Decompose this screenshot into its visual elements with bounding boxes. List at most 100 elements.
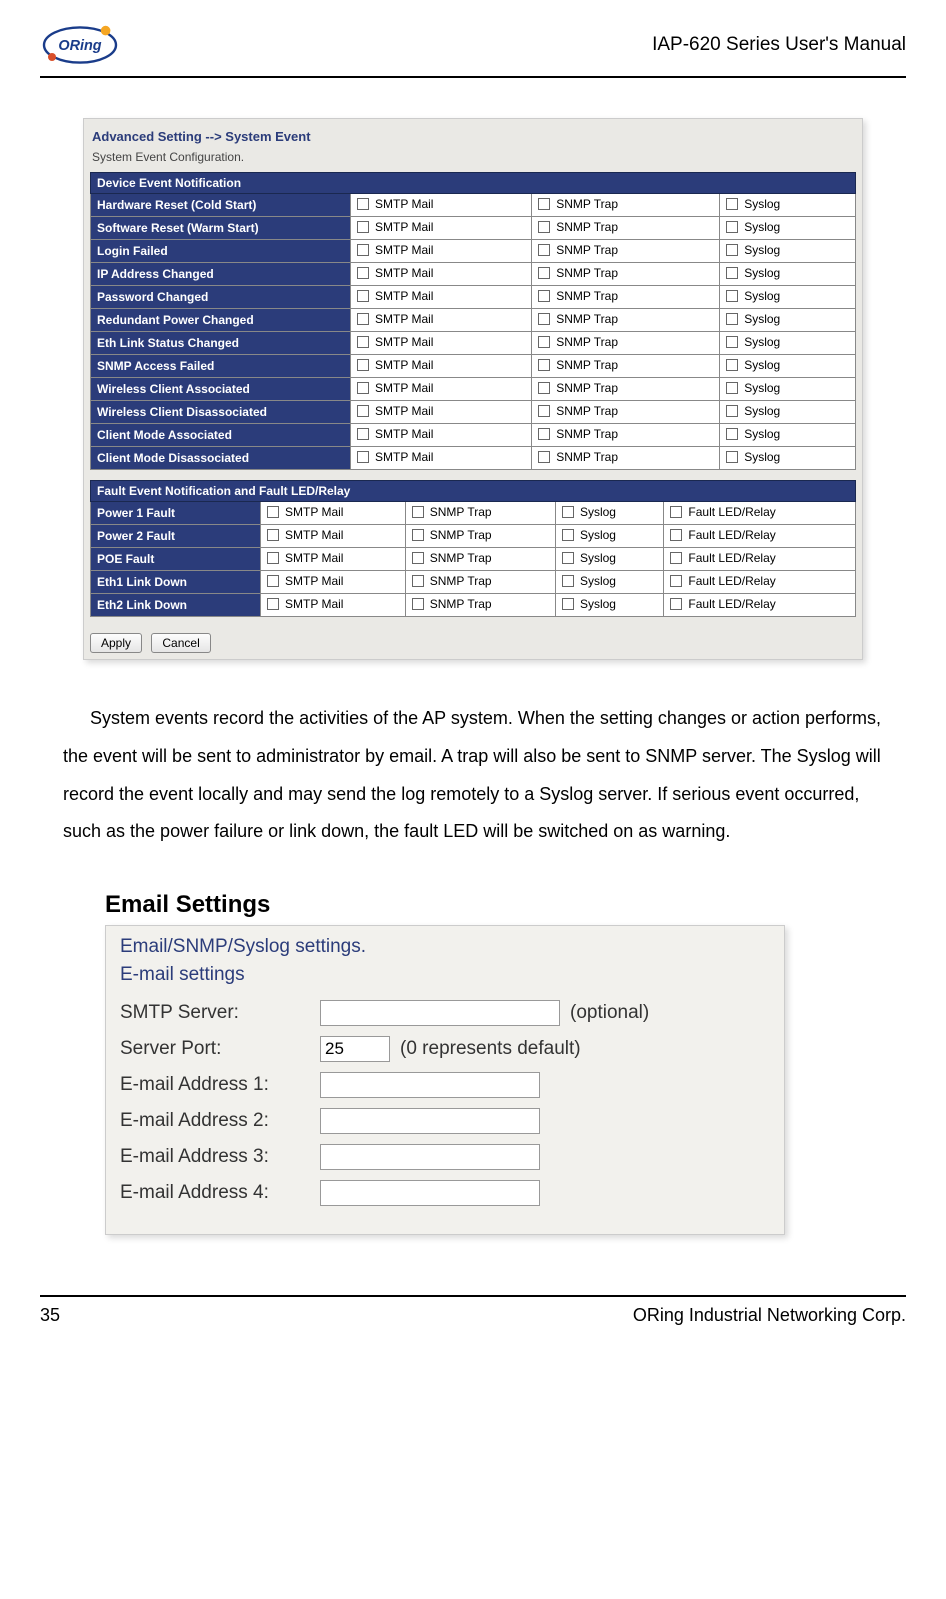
checkbox[interactable] [726, 382, 738, 394]
checkbox[interactable] [538, 313, 550, 325]
checkbox[interactable] [670, 598, 682, 610]
table-row: Wireless Client AssociatedSMTP MailSNMP … [91, 378, 856, 401]
checkbox[interactable] [357, 244, 369, 256]
checkbox[interactable] [726, 267, 738, 279]
email4-label: E-mail Address 4: [120, 1182, 320, 1204]
checkbox[interactable] [267, 529, 279, 541]
checkbox-cell: SNMP Trap [532, 309, 720, 332]
cancel-button[interactable]: Cancel [151, 633, 210, 653]
checkbox[interactable] [670, 529, 682, 541]
checkbox-label: Syslog [744, 381, 780, 395]
checkbox[interactable] [412, 506, 424, 518]
checkbox[interactable] [412, 529, 424, 541]
checkbox-label: Fault LED/Relay [688, 597, 775, 611]
checkbox[interactable] [726, 290, 738, 302]
checkbox[interactable] [267, 598, 279, 610]
checkbox[interactable] [726, 405, 738, 417]
checkbox-cell: SNMP Trap [405, 502, 555, 525]
checkbox[interactable] [538, 244, 550, 256]
email1-input[interactable] [320, 1072, 540, 1098]
checkbox[interactable] [267, 575, 279, 587]
checkbox-label: SMTP Mail [375, 197, 433, 211]
checkbox-cell: SMTP Mail [351, 401, 532, 424]
checkbox[interactable] [267, 506, 279, 518]
header-title: IAP-620 Series User's Manual [652, 34, 906, 56]
checkbox[interactable] [538, 221, 550, 233]
checkbox[interactable] [726, 244, 738, 256]
checkbox[interactable] [726, 198, 738, 210]
checkbox-cell: SMTP Mail [351, 217, 532, 240]
checkbox[interactable] [726, 313, 738, 325]
checkbox-cell: SNMP Trap [405, 571, 555, 594]
email3-input[interactable] [320, 1144, 540, 1170]
email4-input[interactable] [320, 1180, 540, 1206]
checkbox-cell: SMTP Mail [261, 571, 406, 594]
checkbox-label: SNMP Trap [430, 505, 492, 519]
checkbox[interactable] [538, 198, 550, 210]
email2-input[interactable] [320, 1108, 540, 1134]
checkbox[interactable] [538, 359, 550, 371]
checkbox-label: SMTP Mail [375, 450, 433, 464]
checkbox[interactable] [538, 405, 550, 417]
checkbox[interactable] [357, 359, 369, 371]
checkbox[interactable] [562, 552, 574, 564]
checkbox[interactable] [357, 198, 369, 210]
port-label: Server Port: [120, 1038, 320, 1060]
fault-label: Eth1 Link Down [91, 571, 261, 594]
checkbox[interactable] [412, 598, 424, 610]
checkbox[interactable] [538, 382, 550, 394]
checkbox-cell: SMTP Mail [351, 286, 532, 309]
checkbox[interactable] [562, 575, 574, 587]
checkbox-cell: SNMP Trap [532, 378, 720, 401]
checkbox[interactable] [357, 290, 369, 302]
oring-logo: ORing [40, 20, 120, 70]
checkbox[interactable] [538, 267, 550, 279]
checkbox[interactable] [357, 336, 369, 348]
s2-title: Email/SNMP/Syslog settings. [120, 936, 770, 958]
checkbox[interactable] [357, 405, 369, 417]
email3-row: E-mail Address 3: [120, 1144, 770, 1170]
checkbox[interactable] [357, 451, 369, 463]
checkbox-label: SMTP Mail [285, 505, 343, 519]
checkbox[interactable] [726, 221, 738, 233]
checkbox[interactable] [357, 267, 369, 279]
checkbox[interactable] [670, 552, 682, 564]
port-row: Server Port: (0 represents default) [120, 1036, 770, 1062]
checkbox[interactable] [538, 336, 550, 348]
checkbox[interactable] [726, 359, 738, 371]
page-number: 35 [40, 1305, 60, 1326]
company-name: ORing Industrial Networking Corp. [633, 1305, 906, 1326]
checkbox-cell: SNMP Trap [405, 525, 555, 548]
checkbox-cell: SNMP Trap [405, 548, 555, 571]
checkbox[interactable] [538, 428, 550, 440]
checkbox-label: SMTP Mail [285, 528, 343, 542]
table-row: SNMP Access FailedSMTP MailSNMP TrapSysl… [91, 355, 856, 378]
checkbox[interactable] [357, 221, 369, 233]
checkbox[interactable] [538, 290, 550, 302]
checkbox-label: Syslog [744, 404, 780, 418]
checkbox[interactable] [562, 529, 574, 541]
checkbox[interactable] [670, 506, 682, 518]
checkbox[interactable] [538, 451, 550, 463]
fault-label: Eth2 Link Down [91, 594, 261, 617]
checkbox[interactable] [726, 451, 738, 463]
checkbox[interactable] [267, 552, 279, 564]
checkbox[interactable] [357, 382, 369, 394]
port-input[interactable] [320, 1036, 390, 1062]
smtp-input[interactable] [320, 1000, 560, 1026]
checkbox[interactable] [357, 428, 369, 440]
checkbox[interactable] [562, 506, 574, 518]
checkbox[interactable] [562, 598, 574, 610]
email4-row: E-mail Address 4: [120, 1180, 770, 1206]
checkbox-cell: SNMP Trap [532, 332, 720, 355]
fault-label: Power 2 Fault [91, 525, 261, 548]
checkbox-label: Fault LED/Relay [688, 551, 775, 565]
apply-button[interactable]: Apply [90, 633, 142, 653]
checkbox[interactable] [357, 313, 369, 325]
table-row: POE FaultSMTP MailSNMP TrapSyslogFault L… [91, 548, 856, 571]
checkbox[interactable] [670, 575, 682, 587]
checkbox[interactable] [412, 552, 424, 564]
checkbox[interactable] [726, 336, 738, 348]
checkbox[interactable] [412, 575, 424, 587]
checkbox[interactable] [726, 428, 738, 440]
